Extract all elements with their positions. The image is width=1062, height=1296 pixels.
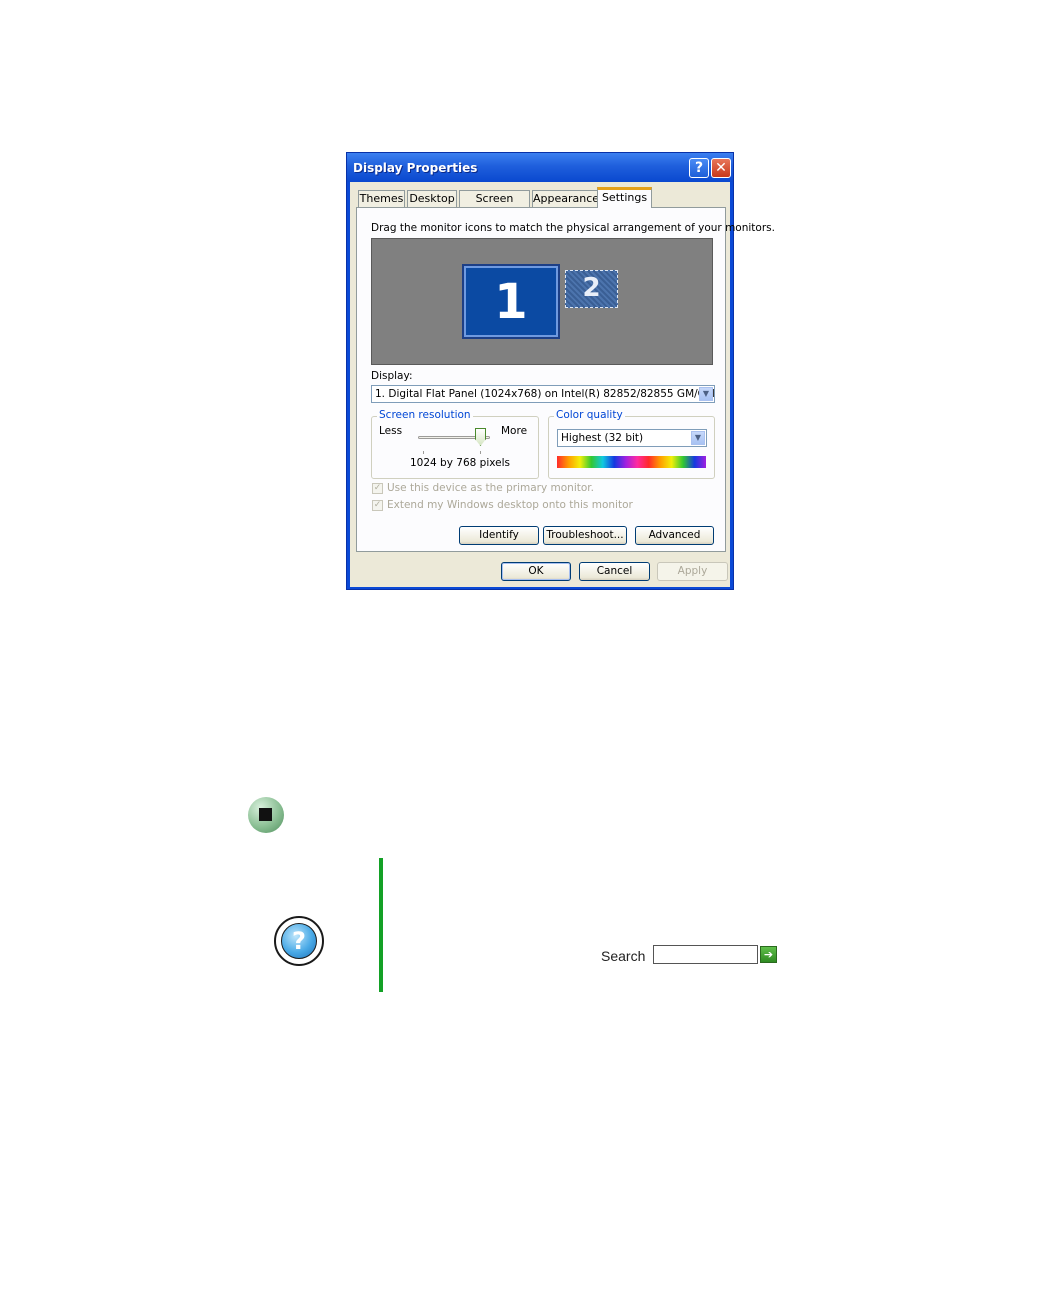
cancel-button[interactable]: Cancel	[579, 562, 650, 581]
tab-desktop[interactable]: Desktop	[407, 190, 457, 207]
advanced-button[interactable]: Advanced	[635, 526, 714, 545]
dialog-client-area: Themes Desktop Screen Saver Appearance S…	[350, 182, 775, 587]
tab-appearance[interactable]: Appearance	[532, 190, 599, 207]
resolution-value: 1024 by 768 pixels	[410, 457, 510, 469]
help-button[interactable]: ?	[689, 158, 709, 178]
help-icon: ?	[274, 916, 324, 966]
color-quality-value: Highest (32 bit)	[561, 432, 644, 444]
close-button[interactable]: ✕	[711, 158, 731, 178]
tab-screen-saver[interactable]: Screen Saver	[459, 190, 530, 221]
resolution-slider-thumb[interactable]	[475, 428, 486, 446]
question-mark-icon: ?	[281, 923, 317, 959]
monitor-arrangement-area[interactable]: 1 2	[371, 238, 713, 365]
search-label: Search	[601, 948, 646, 964]
color-quality-legend: Color quality	[554, 409, 625, 421]
resolution-more-label: More	[501, 425, 528, 437]
monitor-1-icon[interactable]: 1	[462, 264, 560, 339]
color-quality-group: Color quality Highest (32 bit) ▼	[548, 409, 715, 479]
chevron-down-icon[interactable]: ▼	[699, 387, 713, 401]
question-icon: ?	[694, 160, 704, 176]
screen-resolution-group: Screen resolution Less More 1024 by 768 …	[371, 409, 539, 479]
slider-tick	[423, 451, 424, 454]
apply-button[interactable]: Apply	[657, 562, 728, 581]
window-title: Display Properties	[353, 161, 478, 175]
primary-monitor-label: Use this device as the primary monitor.	[387, 482, 594, 494]
extend-desktop-label: Extend my Windows desktop onto this moni…	[387, 499, 633, 511]
display-properties-window: Display Properties ? ✕ Themes Desktop Sc…	[346, 152, 775, 590]
tab-settings[interactable]: Settings	[597, 187, 652, 208]
extend-desktop-checkbox[interactable]: ✓	[372, 500, 383, 511]
display-label: Display:	[371, 370, 413, 382]
instruction-text: Drag the monitor icons to match the phys…	[371, 222, 775, 234]
search-input[interactable]	[653, 945, 758, 964]
display-select-value: 1. Digital Flat Panel (1024x768) on Inte…	[375, 388, 715, 400]
identify-button[interactable]: Identify	[459, 526, 539, 545]
monitor-2-icon[interactable]: 2	[565, 270, 618, 308]
slider-tick	[480, 451, 481, 454]
tab-themes[interactable]: Themes	[358, 190, 405, 207]
troubleshoot-button[interactable]: Troubleshoot...	[543, 526, 627, 545]
color-quality-select[interactable]: Highest (32 bit) ▼	[557, 429, 707, 447]
resolution-less-label: Less	[379, 425, 403, 437]
settings-panel: Drag the monitor icons to match the phys…	[356, 207, 775, 552]
ok-button[interactable]: OK	[501, 562, 571, 581]
display-select[interactable]: 1. Digital Flat Panel (1024x768) on Inte…	[371, 385, 715, 403]
stop-icon	[248, 797, 284, 833]
search-go-button[interactable]: ➔	[760, 946, 777, 963]
primary-monitor-checkbox[interactable]: ✓	[372, 483, 383, 494]
chevron-down-icon[interactable]: ▼	[691, 431, 705, 445]
color-spectrum-bar	[557, 456, 706, 468]
arrow-right-icon: ➔	[763, 948, 774, 961]
title-bar[interactable]: Display Properties ? ✕	[347, 153, 733, 182]
screen-resolution-legend: Screen resolution	[377, 409, 473, 421]
help-sidebar-rule	[379, 858, 383, 992]
close-icon: ✕	[715, 160, 727, 176]
